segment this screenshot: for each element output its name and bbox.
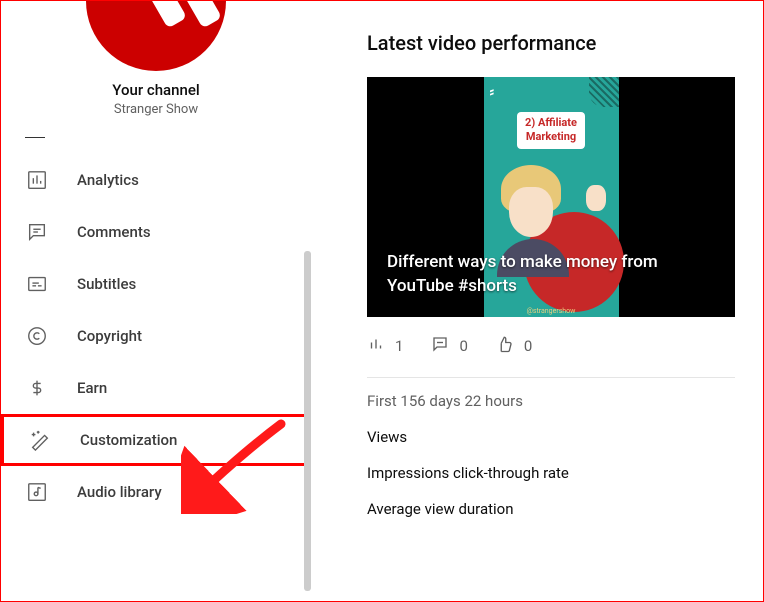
channel-name: Stranger Show — [1, 102, 311, 117]
audio-library-icon — [25, 480, 49, 504]
like-icon — [496, 335, 514, 357]
sidebar-item-copyright[interactable]: Copyright — [1, 310, 311, 362]
section-title: Latest video performance — [367, 31, 735, 55]
short-pattern-icon — [589, 77, 619, 107]
sidebar-item-subtitles[interactable]: Subtitles — [1, 258, 311, 310]
main-content: Latest video performance ⸗ 2) Affiliate … — [311, 1, 763, 601]
analytics-icon — [25, 168, 49, 192]
sidebar-item-label: Copyright — [77, 327, 142, 345]
sidebar: Your channel Stranger Show Analytics Com… — [1, 1, 311, 601]
earn-icon — [25, 376, 49, 400]
short-logo-icon: ⸗ — [490, 83, 495, 100]
sidebar-item-analytics[interactable]: Analytics — [1, 154, 311, 206]
sidebar-item-customization[interactable]: Customization — [1, 414, 311, 466]
sidebar-item-label: Earn — [77, 379, 107, 397]
copyright-icon — [25, 324, 49, 348]
short-card-line1: 2) Affiliate — [525, 116, 577, 130]
comments-icon — [25, 220, 49, 244]
video-thumbnail[interactable]: ⸗ 2) Affiliate Marketing @strangershow D… — [367, 77, 735, 317]
sidebar-item-comments[interactable]: Comments — [1, 206, 311, 258]
sidebar-item-earn[interactable]: Earn — [1, 362, 311, 414]
stat-value: 0 — [459, 337, 467, 355]
sidebar-item-audio-library[interactable]: Audio library — [1, 466, 311, 518]
video-stats-row: 1 0 0 — [367, 335, 735, 357]
stat-analytics[interactable]: 1 — [367, 335, 403, 357]
video-title: Different ways to make money from YouTub… — [387, 250, 715, 299]
metric-views: Views — [367, 428, 735, 446]
avatar[interactable] — [86, 1, 226, 71]
metric-duration: Average view duration — [367, 500, 735, 518]
divider — [25, 137, 45, 138]
stat-comments[interactable]: 0 — [431, 335, 467, 357]
sidebar-item-label: Subtitles — [77, 275, 136, 293]
stat-value: 1 — [395, 337, 403, 355]
sidebar-item-label: Analytics — [77, 171, 139, 189]
sidebar-item-label: Comments — [77, 223, 151, 241]
customization-icon — [28, 428, 52, 452]
subtitles-icon — [25, 272, 49, 296]
time-period: First 156 days 22 hours — [367, 392, 735, 410]
short-title-card: 2) Affiliate Marketing — [517, 112, 585, 149]
analytics-mini-icon — [367, 335, 385, 357]
short-card-line2: Marketing — [525, 130, 577, 144]
stat-value: 0 — [524, 337, 532, 355]
nav: Analytics Comments Subtitles Copyright — [1, 154, 311, 518]
short-watermark: @strangershow — [484, 307, 619, 315]
channel-header: Your channel Stranger Show — [1, 1, 311, 117]
comments-mini-icon — [431, 335, 449, 357]
metric-ctr: Impressions click-through rate — [367, 464, 735, 482]
your-channel-label: Your channel — [1, 81, 311, 99]
sidebar-scrollbar[interactable] — [304, 251, 311, 591]
sidebar-item-label: Audio library — [77, 483, 162, 501]
sidebar-item-label: Customization — [80, 431, 177, 449]
divider — [367, 377, 735, 378]
stat-likes[interactable]: 0 — [496, 335, 532, 357]
